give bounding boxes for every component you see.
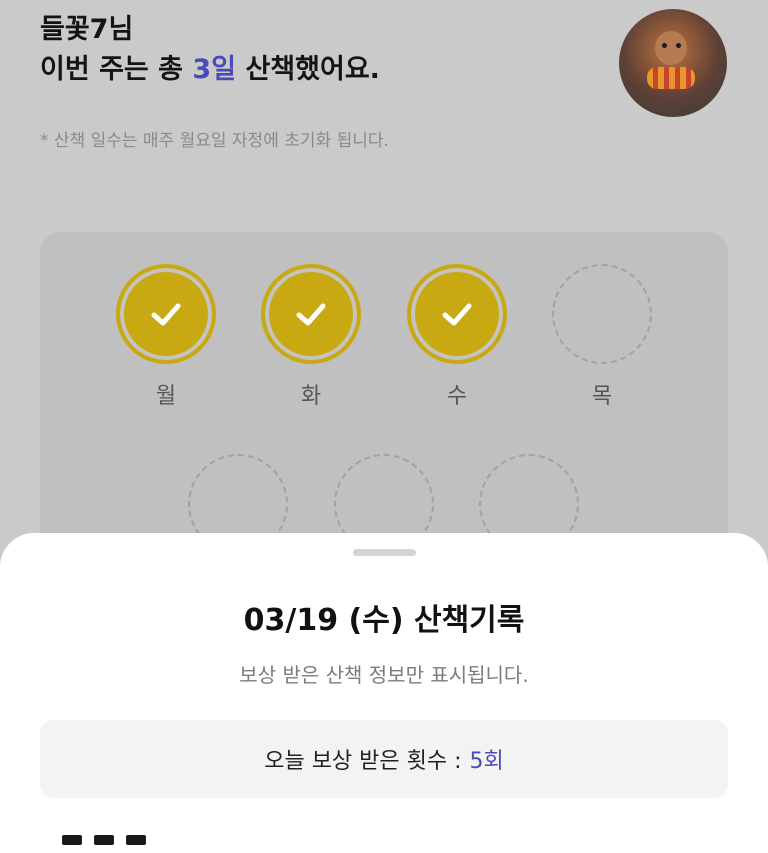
week-tracker: 월 화 수 목: [40, 232, 728, 562]
walk-days-count: 3일: [192, 54, 237, 85]
reward-label: 오늘 보상 받은 횟수 :: [264, 749, 462, 774]
summary-prefix: 이번 주는 총: [40, 54, 183, 85]
reset-note: * 산책 일수는 매주 월요일 자정에 초기화 됩니다.: [40, 131, 389, 151]
day-thu[interactable]: 목: [548, 264, 656, 410]
sheet-subtitle: 보상 받은 산책 정보만 표시됩니다.: [239, 663, 529, 687]
day-status-circle: [116, 264, 216, 364]
day-status-circle: [407, 264, 507, 364]
cutoff-text: [40, 831, 150, 845]
check-icon: [442, 303, 472, 326]
user-name: 들꽃7님: [40, 14, 134, 45]
day-status-circle: [552, 264, 652, 364]
dog-avatar[interactable]: [619, 9, 727, 117]
walk-record-sheet: 03/19 (수) 산책기록 보상 받은 산책 정보만 표시됩니다. 오늘 보상…: [0, 533, 768, 853]
check-icon: [151, 303, 181, 326]
reward-count-box: 오늘 보상 받은 횟수 : 5회: [40, 720, 728, 798]
weekly-summary: 이번 주는 총 3일 산책했어요.: [40, 50, 380, 90]
day-tue[interactable]: 화: [257, 264, 365, 410]
sheet-drag-handle[interactable]: [353, 549, 416, 556]
reward-count: 5회: [469, 749, 504, 774]
sheet-title: 03/19 (수) 산책기록: [243, 603, 525, 638]
day-status-circle: [261, 264, 361, 364]
avatar-scarf: [647, 67, 695, 89]
day-mon[interactable]: 월: [112, 264, 220, 410]
day-label: 월: [155, 384, 177, 409]
day-label: 화: [300, 384, 322, 409]
summary-suffix: 산책했어요.: [245, 54, 380, 85]
check-icon: [296, 303, 326, 326]
day-label: 수: [446, 384, 468, 409]
day-label: 목: [591, 384, 613, 409]
day-wed[interactable]: 수: [403, 264, 511, 410]
greeting: 들꽃7님 이번 주는 총 3일 산책했어요.: [40, 10, 380, 90]
avatar-face: [655, 31, 687, 65]
